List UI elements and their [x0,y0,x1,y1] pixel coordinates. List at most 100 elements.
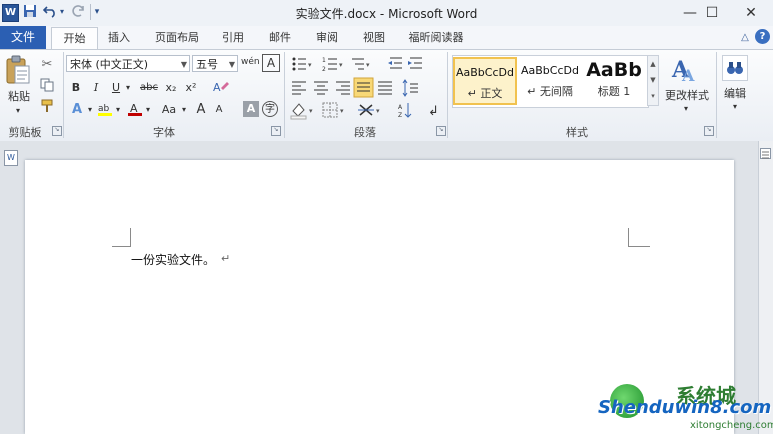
highlight-dropdown-icon[interactable]: ▾ [114,101,122,119]
left-margin [0,141,25,434]
paragraph-controls[interactable]: ▾ 12 ▾ ▾ ▾ ▾ ▾ AZ ↲ [290,55,440,121]
group-label-paragraph: 段落 [354,126,376,139]
font-size-combo[interactable]: 五号 ▼ [192,55,238,72]
svg-text:▾: ▾ [308,61,312,69]
sort-icon[interactable]: AZ [398,103,412,119]
scroll-down-icon[interactable]: ▼ [648,72,658,88]
vertical-scrollbar[interactable] [758,141,773,434]
group-divider [716,52,717,138]
svg-text:2: 2 [322,66,326,73]
numbering-icon[interactable]: 12 [322,57,337,73]
distributed-icon[interactable] [378,81,392,95]
italic-button[interactable]: I [88,79,104,97]
font-launcher-icon[interactable]: ↘ [271,126,281,136]
chevron-down-icon: ▼ [228,60,235,69]
subscript-button[interactable]: x₂ [162,79,180,97]
superscript-button[interactable]: x² [182,79,200,97]
justify-icon[interactable] [353,77,374,98]
chinese-layout-icon[interactable] [358,104,374,116]
copy-icon[interactable] [38,78,56,96]
tab-page-layout[interactable]: 页面布局 [148,27,206,48]
grow-font-button[interactable]: A [194,101,208,119]
scroll-up-icon[interactable]: ▲ [648,56,658,72]
tab-foxit-reader[interactable]: 福昕阅读器 [402,27,470,48]
style-normal[interactable]: AaBbCcDd ↵ 正文 [453,57,517,105]
crop-mark [130,228,131,246]
tab-view[interactable]: 视图 [356,27,392,48]
highlight-icon[interactable]: ab [96,101,114,119]
svg-text:▾: ▾ [339,61,343,69]
help-icon[interactable]: ? [755,29,770,44]
style-heading-1[interactable]: AaBb 标题 1 [582,57,646,105]
style-no-spacing[interactable]: AaBbCcDd ↵ 无间隔 [518,57,582,105]
underline-button[interactable]: U [108,79,124,97]
collapse-ribbon-icon[interactable]: △ [738,27,752,48]
font-size-value: 五号 [196,58,218,71]
text-effects-icon[interactable]: A [68,101,86,119]
font-color-icon[interactable]: A [126,101,144,119]
format-painter-icon[interactable] [38,99,56,117]
group-divider [447,52,448,138]
tab-mailings[interactable]: 邮件 [262,27,298,48]
style-name: ↵ 无间隔 [527,85,573,98]
word-doc-icon: W [4,150,18,166]
cut-icon[interactable]: ✂ [38,56,56,74]
character-border-button[interactable]: A [262,54,280,72]
change-styles-icon[interactable]: AA [670,53,702,85]
tab-home[interactable]: 开始 [51,27,98,50]
character-shading-button[interactable]: A [243,101,259,117]
enclose-characters-button[interactable]: 字 [262,101,278,117]
phonetic-guide-button[interactable]: wén [241,53,260,71]
strikethrough-button[interactable]: abc [138,79,160,97]
paste-icon[interactable] [4,54,32,86]
align-center-icon[interactable] [314,81,328,95]
svg-text:A: A [398,104,403,111]
close-button[interactable]: ✕ [729,1,773,25]
shrink-font-button[interactable]: A [212,101,226,119]
change-case-button[interactable]: Aa [158,101,180,119]
svg-text:▾: ▾ [376,107,380,115]
increase-indent-icon[interactable] [408,57,422,69]
font-name-combo[interactable]: 宋体 (中文正文) ▼ [66,55,190,72]
paragraph-mark: ↵ [221,252,231,265]
ruler-toggle-icon[interactable] [760,148,771,159]
paragraph-launcher-icon[interactable]: ↘ [436,126,446,136]
underline-dropdown-icon[interactable]: ▾ [124,79,132,97]
more-styles-icon[interactable]: ▾ [648,88,658,104]
show-marks-icon[interactable]: ↲ [428,104,439,119]
svg-text:▾: ▾ [366,61,370,69]
clipboard-launcher-icon[interactable]: ↘ [52,126,62,136]
maximize-button[interactable]: ☐ [690,1,734,25]
styles-launcher-icon[interactable]: ↘ [704,126,714,136]
styles-scroll[interactable]: ▲ ▼ ▾ [647,55,659,106]
line-spacing-icon[interactable] [402,79,418,97]
tab-insert[interactable]: 插入 [100,27,138,48]
bullets-icon[interactable] [292,57,307,71]
align-right-icon[interactable] [336,81,350,95]
shading-icon[interactable] [290,103,307,120]
tab-review[interactable]: 审阅 [309,27,345,48]
change-styles-dropdown-icon[interactable]: ▾ [680,100,692,118]
tab-references[interactable]: 引用 [215,27,251,48]
svg-text:A: A [681,66,695,85]
text-effects-dropdown-icon[interactable]: ▾ [86,101,94,119]
crop-mark [112,246,131,247]
bold-button[interactable]: B [68,79,84,97]
borders-icon[interactable] [322,102,338,118]
multilevel-list-icon[interactable] [352,58,364,70]
editing-dropdown-icon[interactable]: ▾ [729,98,741,116]
binoculars-icon[interactable] [722,55,748,81]
style-name: ↵ 正文 [467,87,503,100]
document-text[interactable]: 一份实验文件。 [131,251,215,268]
svg-text:A: A [213,81,221,94]
change-case-dropdown-icon[interactable]: ▾ [180,101,188,119]
svg-text:↲: ↲ [428,104,439,119]
align-left-icon[interactable] [292,81,306,95]
paste-dropdown-icon[interactable]: ▾ [12,102,24,120]
font-color-dropdown-icon[interactable]: ▾ [144,101,152,119]
clear-formatting-icon[interactable]: A [210,79,232,97]
style-sample: AaBbCcDd [521,64,579,77]
tab-file[interactable]: 文件 [0,26,46,49]
decrease-indent-icon[interactable] [388,57,402,69]
svg-text:1: 1 [322,57,326,64]
